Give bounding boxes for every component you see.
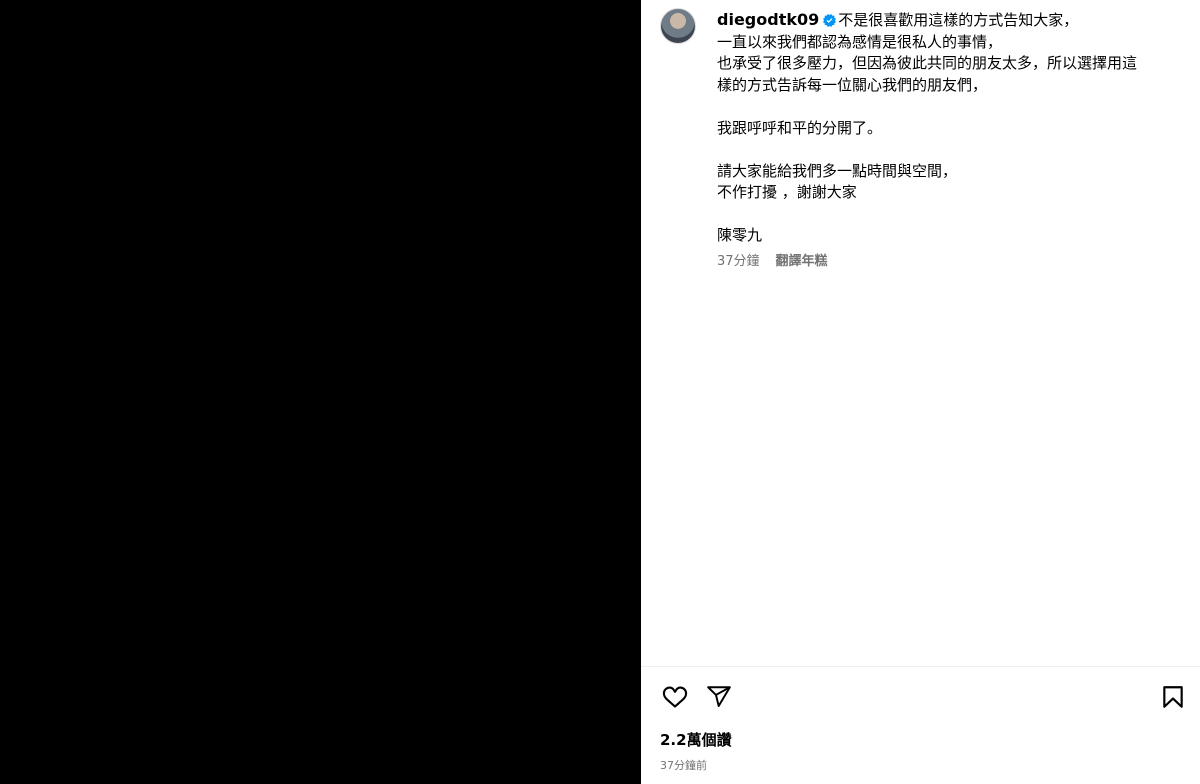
- action-bar: [660, 682, 1188, 712]
- translate-button[interactable]: 翻譯年糕: [776, 251, 828, 273]
- caption-block: diegodtk09 不是很喜歡用這樣的方式告知大家， 一直以來我們都認為感情是…: [717, 9, 1179, 272]
- verified-badge-icon: [823, 14, 837, 27]
- post-side-panel: diegodtk09 不是很喜歡用這樣的方式告知大家， 一直以來我們都認為感情是…: [641, 0, 1200, 784]
- bookmark-icon: [1163, 686, 1183, 708]
- like-count[interactable]: 2.2萬個讚: [660, 729, 732, 750]
- post-timestamp[interactable]: 37分鐘前: [660, 757, 707, 773]
- save-button[interactable]: [1158, 682, 1188, 712]
- caption-line: 請大家能給我們多一點時間與空間，: [717, 161, 958, 180]
- caption-signature: 陳零九: [717, 226, 763, 244]
- relative-time: 37分鐘: [717, 253, 760, 269]
- share-button[interactable]: [704, 682, 734, 712]
- caption-line: 也承受了很多壓力，但因為彼此共同的朋友太多，所以選擇用這: [717, 54, 1138, 72]
- caption-first-line: diegodtk09 不是很喜歡用這樣的方式告知大家，: [717, 9, 1179, 32]
- caption-line: 我跟呼呼和平的分開了。: [717, 118, 883, 137]
- username-link[interactable]: diegodtk09: [717, 10, 819, 29]
- divider: [641, 666, 1200, 667]
- heart-icon: [662, 686, 688, 708]
- post-media[interactable]: [0, 0, 641, 784]
- caption-line: 不作打擾 ，謝謝大家: [717, 183, 857, 201]
- caption-area: diegodtk09 不是很喜歡用這樣的方式告知大家， 一直以來我們都認為感情是…: [641, 0, 1200, 666]
- caption-line: 不是很喜歡用這樣的方式告知大家，: [838, 11, 1079, 29]
- caption-line: 樣的方式告訴每一位關心我們的朋友們，: [717, 75, 988, 94]
- caption-line: 一直以來我們都認為感情是很私人的事情，: [717, 32, 1003, 51]
- paper-plane-icon: [707, 686, 731, 708]
- avatar[interactable]: [660, 8, 696, 44]
- caption-meta-row: 37分鐘 翻譯年糕: [717, 251, 1179, 273]
- like-button[interactable]: [660, 682, 690, 712]
